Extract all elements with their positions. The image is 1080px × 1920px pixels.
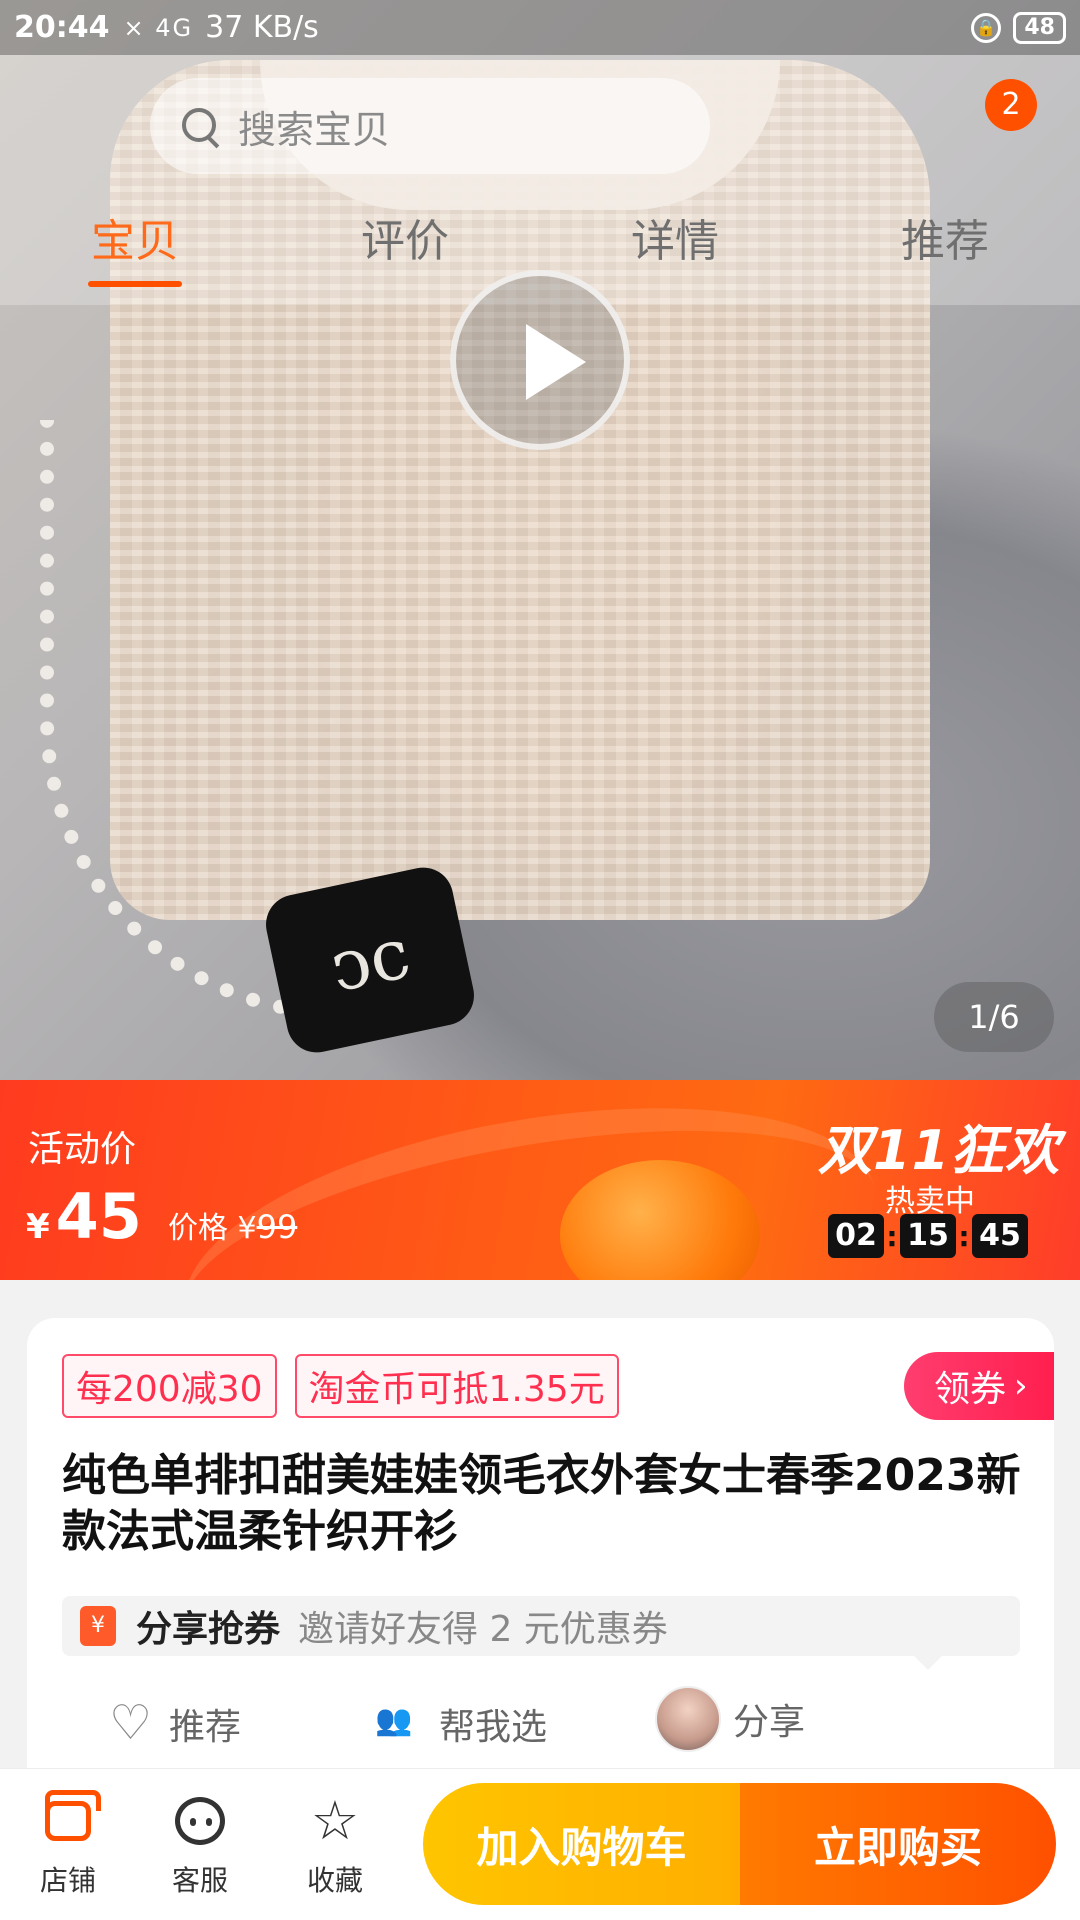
coupon-ticket-icon: ¥ <box>80 1606 116 1646</box>
star-icon: ☆ <box>310 1789 360 1852</box>
status-bar: 20:44 × 4G 37 KB/s 🔒 48 <box>0 0 1080 55</box>
countdown-minutes: 15 <box>900 1214 956 1258</box>
original-price: 99 <box>256 1208 298 1246</box>
avatar <box>655 1686 721 1752</box>
chevron-right-icon: › <box>1014 1366 1028 1406</box>
tab-label: 宝贝 <box>91 216 179 267</box>
image-page-indicator: 1/6 <box>934 982 1054 1052</box>
countdown-timer: 02 : 15 : 45 <box>828 1214 1028 1258</box>
shop-button[interactable]: 店铺 <box>18 1789 118 1899</box>
message-badge[interactable]: 2 <box>985 79 1037 131</box>
help-choose-button[interactable]: 👥 帮我选 <box>375 1698 547 1750</box>
product-title: 纯色单排扣甜美娃娃领毛衣外套女士春季2023新款法式温柔针织开衫 <box>62 1450 1021 1557</box>
share-coupon-text: 邀请好友得 2 元优惠券 <box>298 1609 668 1650</box>
coin-tag[interactable]: 淘金币可抵1.35元 <box>294 1354 619 1418</box>
tab-label: 评价 <box>361 216 449 267</box>
customer-service-label: 客服 <box>171 1864 228 1897</box>
activity-price-label: 活动价 <box>28 1129 137 1170</box>
share-coupon-label: 分享抢券 <box>136 1609 281 1650</box>
coupon-button-label: 领券 <box>934 1369 1007 1410</box>
tab-recommend[interactable]: 推荐 <box>810 205 1080 295</box>
network-speed: 37 KB/s <box>205 10 319 45</box>
play-video-button[interactable] <box>450 270 630 450</box>
buy-now-button[interactable]: 立即购买 <box>740 1783 1056 1905</box>
discount-tag[interactable]: 每200减30 <box>62 1354 277 1418</box>
currency-symbol: ¥ <box>26 1207 50 1247</box>
customer-service-button[interactable]: 客服 <box>150 1789 250 1899</box>
recommend-label: 推荐 <box>169 1707 242 1748</box>
share-coupon-bar[interactable]: ¥ 分享抢券 邀请好友得 2 元优惠券 <box>62 1596 1020 1670</box>
share-label: 分享 <box>733 1702 806 1743</box>
share-button[interactable]: 分享 <box>655 1686 805 1752</box>
promo-tags: 每200减30 淘金币可抵1.35元 <box>62 1354 619 1418</box>
add-to-cart-button[interactable]: 加入购物车 <box>423 1783 740 1905</box>
tab-label: 详情 <box>631 216 719 267</box>
promo-banner: 活动价 ¥ 45 价格 ¥ 99 双11狂欢 热卖中 02 : 15 : 45 <box>0 1080 1080 1280</box>
search-placeholder: 搜索宝贝 <box>238 107 391 152</box>
shop-icon <box>45 1790 101 1841</box>
price-block: ¥ 45 价格 ¥ 99 <box>26 1180 297 1253</box>
countdown-hours: 02 <box>828 1214 884 1258</box>
tab-label: 推荐 <box>901 216 989 267</box>
active-tab-indicator <box>88 281 182 287</box>
favorite-button[interactable]: ☆ 收藏 <box>285 1789 385 1899</box>
product-info-card: 每200减30 淘金币可抵1.35元 领券 › 纯色单排扣甜美娃娃领毛衣外套女士… <box>27 1318 1054 1768</box>
tab-item[interactable]: 宝贝 <box>0 205 270 295</box>
chat-face-icon <box>175 1797 225 1845</box>
search-icon <box>180 106 220 146</box>
search-input[interactable]: 搜索宝贝 <box>150 78 710 174</box>
recommend-button[interactable]: 推荐 <box>109 1695 242 1751</box>
social-actions: 推荐 👥 帮我选 分享 <box>27 1686 1054 1768</box>
status-time: 20:44 <box>14 10 110 45</box>
get-coupon-button[interactable]: 领券 › <box>904 1352 1054 1420</box>
people-icon: 👥 <box>375 1703 413 1738</box>
heart-icon <box>109 1695 152 1751</box>
lock-icon: 🔒 <box>971 12 1002 43</box>
activity-price: 45 <box>55 1180 142 1253</box>
bubble-pointer <box>912 1654 944 1670</box>
help-choose-label: 帮我选 <box>439 1707 548 1748</box>
shop-label: 店铺 <box>39 1864 96 1897</box>
battery-level: 48 <box>1013 11 1066 44</box>
signal-icon: × 4G <box>123 13 194 42</box>
countdown-seconds: 45 <box>972 1214 1028 1258</box>
favorite-label: 收藏 <box>306 1864 363 1897</box>
bottom-action-bar: 店铺 客服 ☆ 收藏 加入购物车 立即购买 <box>0 1768 1080 1920</box>
original-price-label: 价格 ¥ <box>167 1211 257 1246</box>
event-logo: 双11狂欢 <box>818 1119 1061 1182</box>
